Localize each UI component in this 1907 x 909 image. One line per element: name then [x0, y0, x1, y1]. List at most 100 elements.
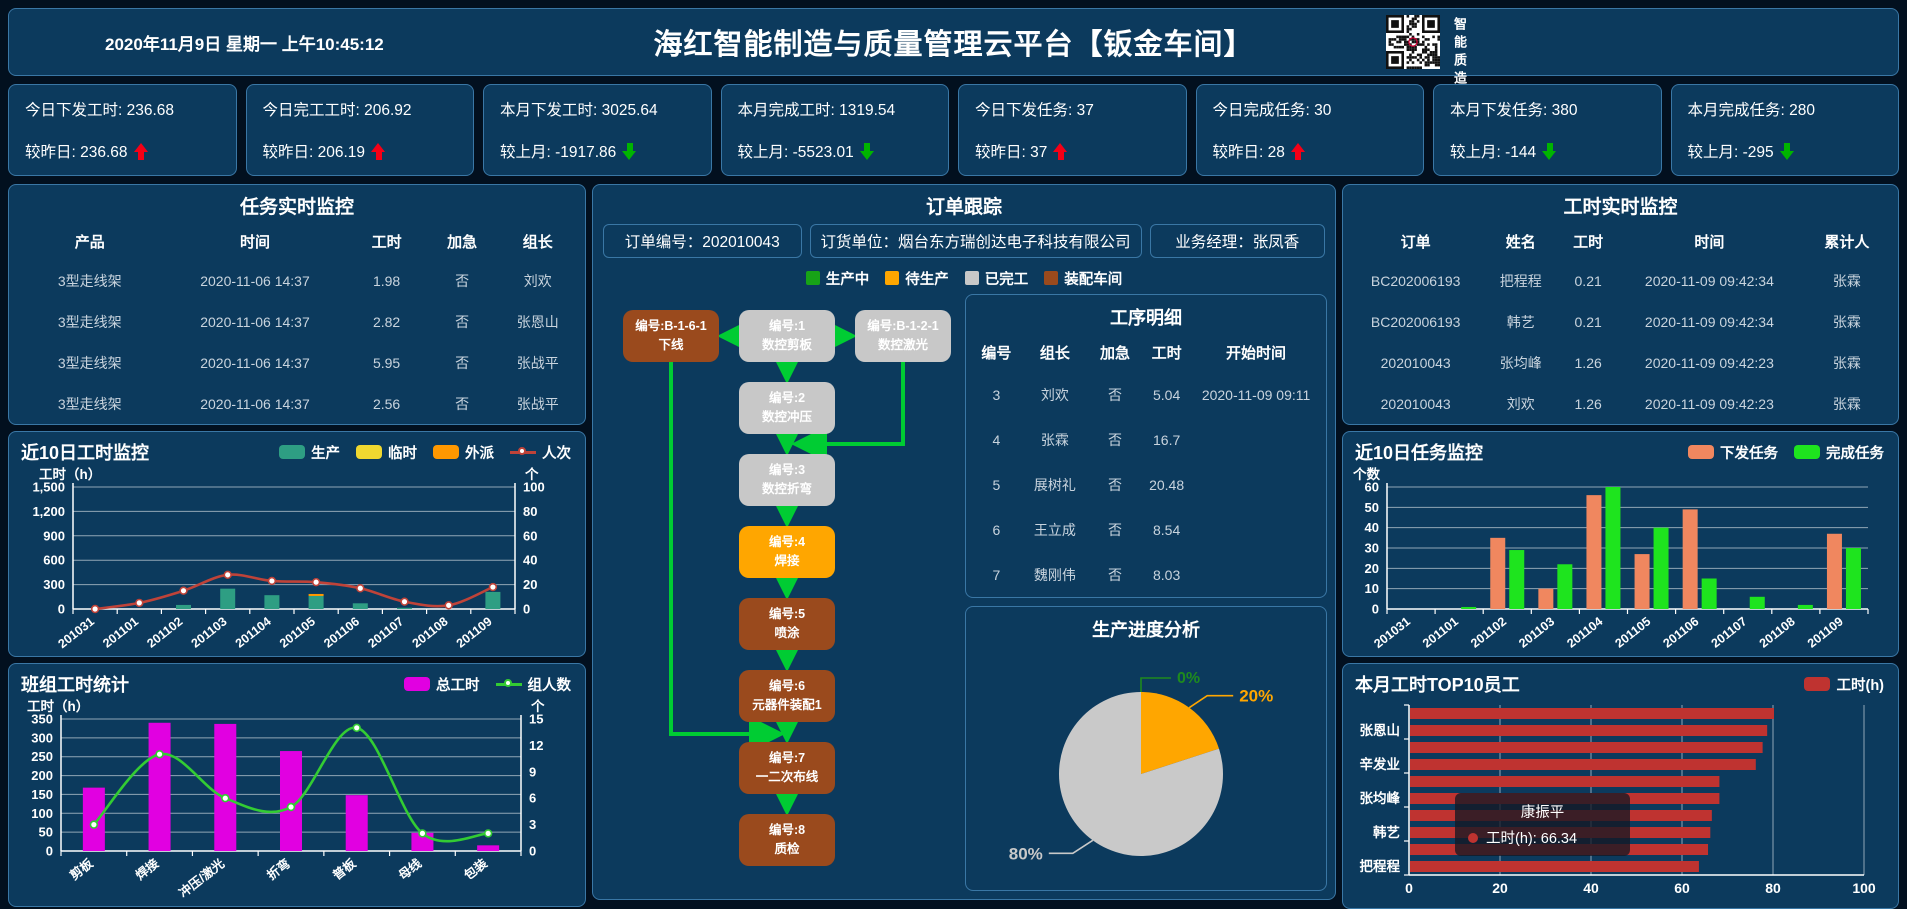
legend-item: 生产	[279, 442, 340, 463]
legend-swatch	[1044, 271, 1058, 285]
svg-text:冲压/激光: 冲压/激光	[176, 855, 228, 900]
svg-text:0: 0	[523, 602, 530, 617]
flow-node-id: 编号:3	[769, 461, 805, 480]
svg-text:201108: 201108	[410, 614, 451, 650]
svg-text:9: 9	[529, 764, 536, 779]
legend-swatch	[433, 445, 459, 459]
trend-down-icon	[1780, 143, 1795, 160]
flow-node-id: 编号:1	[769, 317, 805, 336]
legend-item: 待生产	[885, 268, 949, 289]
svg-text:个: 个	[524, 467, 539, 482]
table-cell: 魏刚伟	[1019, 565, 1091, 585]
table-cell: 王立成	[1019, 520, 1091, 540]
trend-up-icon	[1291, 143, 1306, 160]
svg-text:900: 900	[43, 528, 65, 543]
svg-text:50: 50	[1365, 500, 1379, 515]
svg-text:10: 10	[1365, 581, 1379, 596]
svg-text:60: 60	[1674, 880, 1690, 896]
table-cell: 2020-11-09 09:42:34	[1615, 314, 1804, 330]
table-cell: 5.95	[347, 355, 425, 371]
table-row: 7魏刚伟否8.03	[974, 552, 1318, 597]
panel-order-tracking: 订单跟踪 订单编号：202010043订货单位：烟台东方瑞创达电子科技有限公司业…	[592, 184, 1336, 900]
flow-node-label: 数控折弯	[762, 480, 812, 499]
svg-text:201031: 201031	[1371, 614, 1413, 651]
svg-text:201104: 201104	[1564, 614, 1605, 650]
process-flow: 编号:B-1-6-1下线编号:1数控剪板编号:B-1-2-1数控激光编号:2数控…	[593, 294, 965, 899]
legend-swatch	[885, 271, 899, 285]
table-cell: 8.54	[1139, 522, 1194, 538]
svg-text:80: 80	[1765, 880, 1781, 896]
legend-label: 临时	[388, 442, 417, 463]
column-header: 工时	[1561, 231, 1615, 252]
table-row: 3刘欢否5.042020-11-09 09:11	[974, 372, 1318, 417]
table-cell: 2.56	[347, 396, 425, 412]
table-cell: 202010043	[1351, 396, 1480, 412]
kpi-row: 今日下发工时: 236.68较昨日: 236.68 今日完工工时: 206.92 较…	[8, 84, 1899, 176]
table-row: 202010043刘欢1.262020-11-09 09:42:23张霖	[1351, 383, 1890, 424]
kpi-card: 今日下发工时: 236.68较昨日: 236.68	[8, 84, 237, 176]
svg-text:个: 个	[530, 699, 545, 714]
svg-text:201109: 201109	[454, 614, 495, 650]
table-cell: 2020-11-06 14:37	[163, 355, 348, 371]
flow-node-label: 焊接	[774, 552, 799, 571]
kpi-value: 今日完成任务: 30	[1213, 98, 1408, 120]
legend-label: 生产中	[826, 268, 870, 289]
kpi-value: 本月下发工时: 3025.64	[500, 98, 695, 120]
kpi-value: 今日下发任务: 37	[975, 98, 1170, 120]
legend-item: 总工时	[404, 674, 480, 695]
kpi-card: 今日完成任务: 30较昨日: 28	[1196, 84, 1425, 176]
table-cell: 2020-11-06 14:37	[163, 273, 348, 289]
legend-label: 生产	[311, 442, 340, 463]
trend-up-icon	[1053, 143, 1068, 160]
column-header: 编号	[974, 342, 1019, 363]
table-cell: 张霖	[1804, 271, 1890, 291]
table-cell: 否	[1091, 520, 1139, 540]
svg-text:201105: 201105	[277, 614, 318, 650]
kpi-compare-text: 较昨日: 37	[975, 140, 1047, 162]
table-cell: 3型走线架	[17, 394, 163, 414]
legend-label: 人次	[542, 442, 571, 463]
panel-title: 本月工时TOP10员工	[1355, 671, 1520, 697]
table-cell: 张霖	[1804, 312, 1890, 332]
svg-text:普板: 普板	[330, 855, 359, 883]
chart-legend: 工时(h)	[1804, 674, 1884, 695]
legend-swatch	[404, 677, 430, 691]
table-cell: BC202006193	[1351, 314, 1480, 330]
kpi-compare-text: 较上月: -1917.86	[500, 140, 616, 162]
flow-node-id: 编号:8	[769, 821, 805, 840]
svg-text:0: 0	[58, 602, 65, 617]
table-cell: 3型走线架	[17, 271, 163, 291]
svg-text:张均峰: 张均峰	[1360, 790, 1401, 806]
legend-swatch	[279, 445, 305, 459]
table-cell: 张战平	[499, 394, 577, 414]
table-cell: BC202006193	[1351, 273, 1480, 289]
header-datetime: 2020年11月9日 星期一 上午10:45:12	[105, 30, 384, 55]
table-cell: 展树礼	[1019, 475, 1091, 495]
table-cell: 否	[1091, 385, 1139, 405]
trend-down-icon	[1542, 143, 1557, 160]
header-brand: 智能质造	[1386, 15, 1526, 89]
legend-swatch	[806, 271, 820, 285]
flow-node-label: 喷涂	[774, 624, 799, 643]
table-header-row: 编号组长加急工时开始时间	[974, 332, 1318, 372]
flow-node-id: 编号:B-1-6-1	[635, 317, 707, 336]
kpi-value: 本月完成工时: 1319.54	[738, 98, 933, 120]
legend-label: 组人数	[528, 674, 572, 695]
legend-item: 已完工	[965, 268, 1029, 289]
panel-title: 工时实时监控	[1343, 185, 1898, 222]
table-cell: 刘欢	[499, 271, 577, 291]
column-header: 工时	[1139, 342, 1194, 363]
table-cell: 把程程	[1480, 271, 1561, 291]
kpi-value: 本月完成任务: 280	[1688, 98, 1883, 120]
hours-monitor-table: 订单姓名工时时间累计人BC202006193把程程0.212020-11-09 …	[1343, 222, 1898, 424]
column-header: 加急	[426, 231, 499, 252]
svg-text:250: 250	[31, 749, 53, 764]
flow-node-label: 数控剪板	[762, 336, 812, 355]
legend-item: 下发任务	[1688, 442, 1778, 463]
table-cell: 张战平	[499, 353, 577, 373]
legend-swatch	[1794, 445, 1820, 459]
flow-node-label: 一二次布线	[756, 768, 819, 787]
kpi-value: 今日完工工时: 206.92	[263, 98, 458, 120]
legend-swatch	[1688, 445, 1714, 459]
table-cell: 否	[426, 271, 499, 291]
